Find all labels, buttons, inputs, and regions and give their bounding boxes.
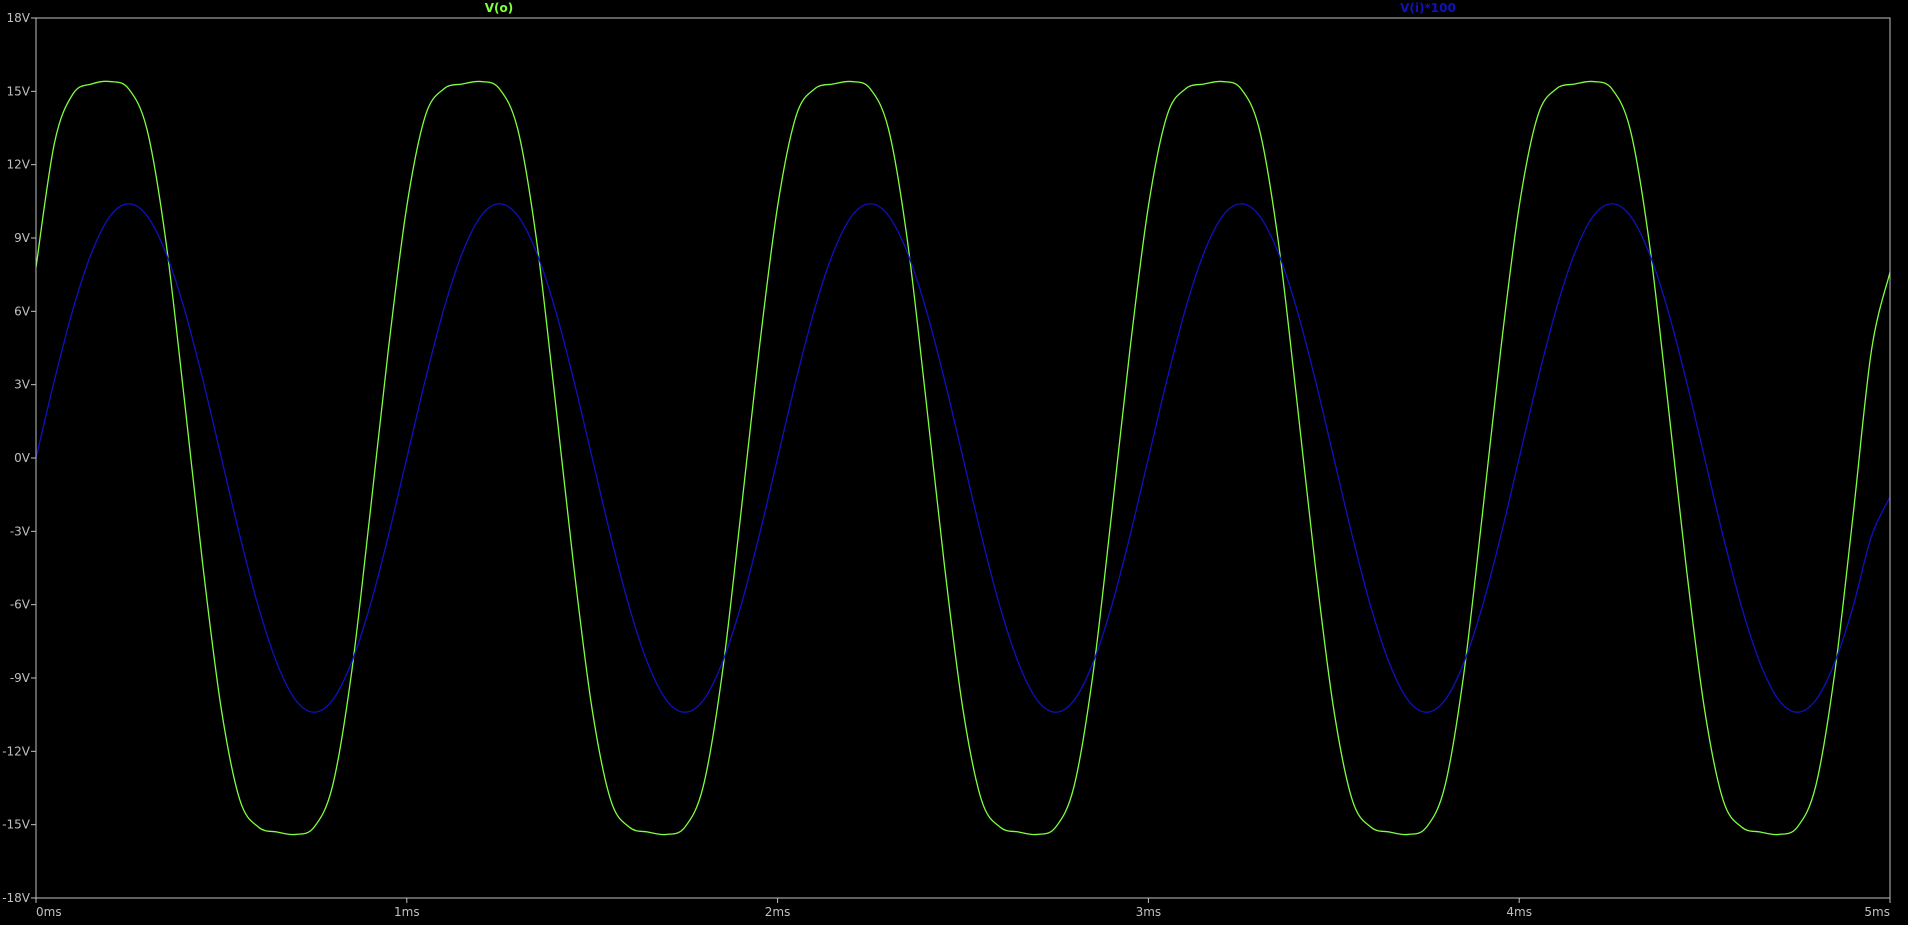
y-tick-label-6v: -6V (10, 598, 31, 612)
y-tick-label-15v: -15V (2, 818, 31, 832)
x-tick-label-4ms: 4ms (1506, 905, 1532, 919)
y-tick-label-18v: 18V (7, 11, 31, 25)
x-tick-label-1ms: 1ms (394, 905, 420, 919)
y-tick-label-18v: -18V (2, 891, 31, 905)
y-tick-label-9v: -9V (10, 671, 31, 685)
x-tick-label-3ms: 3ms (1136, 905, 1162, 919)
y-tick-label-12v: 12V (7, 158, 31, 172)
y-tick-label-3v: 3V (14, 378, 31, 392)
y-tick-label-6v: 6V (14, 304, 31, 318)
y-tick-label-15v: 15V (7, 84, 31, 98)
x-tick-label-0ms: 0ms (36, 905, 62, 919)
legend-label-v-i-100[interactable]: V(i)*100 (1400, 1, 1456, 15)
x-tick-label-5ms: 5ms (1864, 905, 1890, 919)
plot-background (0, 0, 1908, 925)
y-tick-label-0v: 0V (14, 451, 31, 465)
waveform-plot: 0ms 1ms 2ms 3ms 4ms 5ms 18V 15V 12V 9V 6V 3V 0V -3V -… (0, 0, 1908, 925)
y-tick-label-9v: 9V (14, 231, 31, 245)
x-tick-label-2ms: 2ms (765, 905, 791, 919)
y-tick-label-12v: -12V (2, 744, 31, 758)
legend-label-v-o[interactable]: V(o) (485, 1, 514, 15)
y-tick-label-3v: -3V (10, 524, 31, 538)
